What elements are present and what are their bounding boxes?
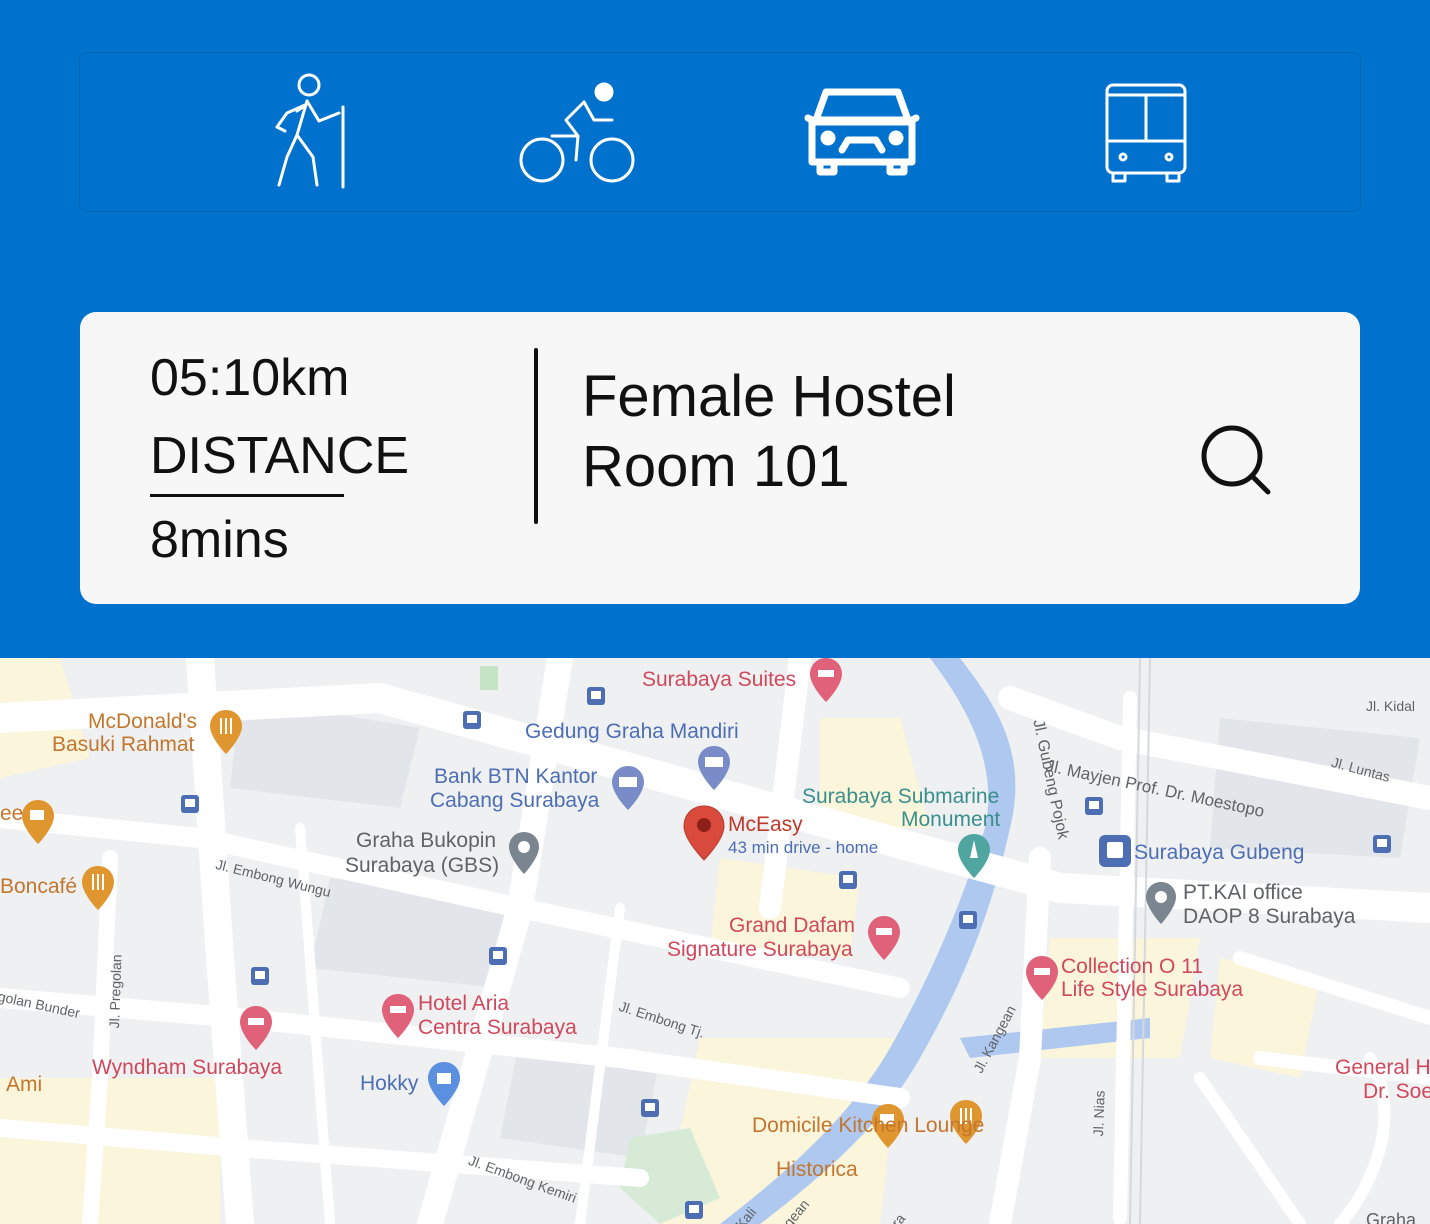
header: 05:10km DISTANCE 8mins Female Hostel Roo… xyxy=(0,0,1430,658)
place-label[interactable]: Historica xyxy=(776,1158,858,1182)
bus-icon xyxy=(1105,83,1187,183)
hotel-pin-icon[interactable] xyxy=(380,992,416,1040)
bus-stop-icon[interactable] xyxy=(640,1098,660,1118)
travel-mode-bar xyxy=(79,52,1361,212)
bank-pin-icon[interactable] xyxy=(610,764,646,812)
hotel-pin-icon[interactable] xyxy=(238,1004,274,1052)
duration-value: 8mins xyxy=(150,511,289,569)
place-label[interactable]: Hotel Aria xyxy=(418,992,509,1016)
hotel-pin-icon[interactable] xyxy=(808,658,844,704)
place-pin-icon[interactable] xyxy=(507,830,541,876)
bank-pin-icon[interactable] xyxy=(696,744,732,792)
destination: Female Hostel Room 101 xyxy=(582,362,956,502)
destination-line1: Female Hostel xyxy=(582,364,956,429)
place-label[interactable]: Ami xyxy=(6,1073,42,1097)
mode-bike-button[interactable] xyxy=(508,71,648,195)
restaurant-pin-icon[interactable] xyxy=(208,708,244,756)
hiker-icon xyxy=(275,73,345,189)
street-label: Jl. Kidal xyxy=(1366,698,1416,714)
mode-car-button[interactable] xyxy=(792,71,932,195)
trip-summary-card: 05:10km DISTANCE 8mins Female Hostel Roo… xyxy=(80,312,1360,604)
bus-stop-icon[interactable] xyxy=(250,966,270,986)
place-label[interactable]: Hokky xyxy=(360,1072,418,1096)
place-label[interactable]: Life Style Surabaya xyxy=(1061,978,1243,1002)
bus-stop-icon[interactable] xyxy=(586,686,606,706)
place-label[interactable]: Surabaya Submarine xyxy=(802,785,999,809)
bus-stop-icon[interactable] xyxy=(180,794,200,814)
hotel-pin-icon[interactable] xyxy=(866,914,902,962)
bus-stop-icon[interactable] xyxy=(684,1200,704,1220)
search-icon xyxy=(1201,425,1271,495)
place-label[interactable]: Bank BTN Kantor xyxy=(434,765,597,789)
place-label[interactable]: Surabaya (GBS) xyxy=(345,854,499,878)
map-view[interactable]: Surabaya Suites McDonald's Basuki Rahmat… xyxy=(0,658,1430,1224)
hotel-pin-icon[interactable] xyxy=(1024,954,1060,1002)
destination-label[interactable]: McEasy xyxy=(728,813,803,837)
station-label[interactable]: Surabaya Gubeng xyxy=(1134,841,1304,865)
distance-underline xyxy=(150,494,344,497)
bus-stop-icon[interactable] xyxy=(488,946,508,966)
bus-stop-icon[interactable] xyxy=(1372,834,1392,854)
place-label[interactable]: Graha xyxy=(1366,1208,1416,1224)
place-label[interactable]: Dr. Soe xyxy=(1363,1080,1430,1104)
place-label[interactable]: Gedung Graha Mandiri xyxy=(525,720,739,744)
car-icon xyxy=(804,88,920,176)
place-label[interactable]: Monument xyxy=(901,808,1000,832)
bus-stop-icon[interactable] xyxy=(462,710,482,730)
street-label: Jl. Pregolan xyxy=(106,954,125,1029)
card-divider xyxy=(534,348,538,524)
place-label[interactable]: DAOP 8 Surabaya xyxy=(1183,905,1355,929)
place-label[interactable]: Wyndham Surabaya xyxy=(92,1056,282,1080)
place-label[interactable]: General H xyxy=(1335,1056,1430,1080)
destination-line2: Room 101 xyxy=(582,434,850,499)
shopping-pin-icon[interactable] xyxy=(426,1060,462,1108)
place-label[interactable]: McDonald's xyxy=(88,710,197,734)
place-label[interactable]: Domicile Kitchen Lounge xyxy=(752,1114,984,1138)
place-label[interactable]: Graha Bukopin xyxy=(356,829,496,853)
restaurant-pin-icon[interactable] xyxy=(80,864,116,912)
place-label[interactable]: Boncafé xyxy=(0,875,77,899)
distance-value: 05:10km xyxy=(150,349,350,407)
place-label[interactable]: Collection O 11 xyxy=(1061,955,1203,979)
place-label[interactable]: Basuki Rahmat xyxy=(52,733,194,757)
drive-time-label: 43 min drive - home xyxy=(728,838,879,857)
search-button[interactable] xyxy=(1192,416,1280,504)
distance-label: DISTANCE xyxy=(150,427,410,485)
monument-pin-icon[interactable] xyxy=(956,832,992,880)
cafe-pin-icon[interactable] xyxy=(20,798,56,846)
place-label[interactable]: PT.KAI office xyxy=(1183,881,1303,905)
place-label[interactable]: ee xyxy=(0,802,23,826)
place-label[interactable]: Cabang Surabaya xyxy=(430,789,599,813)
place-label[interactable]: Centra Surabaya xyxy=(418,1016,577,1040)
place-label[interactable]: Signature Surabaya xyxy=(667,938,853,962)
place-label[interactable]: Grand Dafam xyxy=(729,914,855,938)
street-label: Jl. Nias xyxy=(1090,1090,1108,1137)
place-label[interactable]: Surabaya Suites xyxy=(642,668,796,692)
destination-pin-icon[interactable] xyxy=(682,804,726,862)
bicycle-icon xyxy=(519,82,635,183)
place-pin-icon[interactable] xyxy=(1144,880,1178,926)
bus-stop-icon[interactable] xyxy=(1084,796,1104,816)
mode-bus-button[interactable] xyxy=(1076,71,1216,195)
train-station-icon[interactable] xyxy=(1098,834,1132,868)
bus-stop-icon[interactable] xyxy=(838,870,858,890)
bus-stop-icon[interactable] xyxy=(958,910,978,930)
mode-walk-button[interactable] xyxy=(232,71,372,195)
